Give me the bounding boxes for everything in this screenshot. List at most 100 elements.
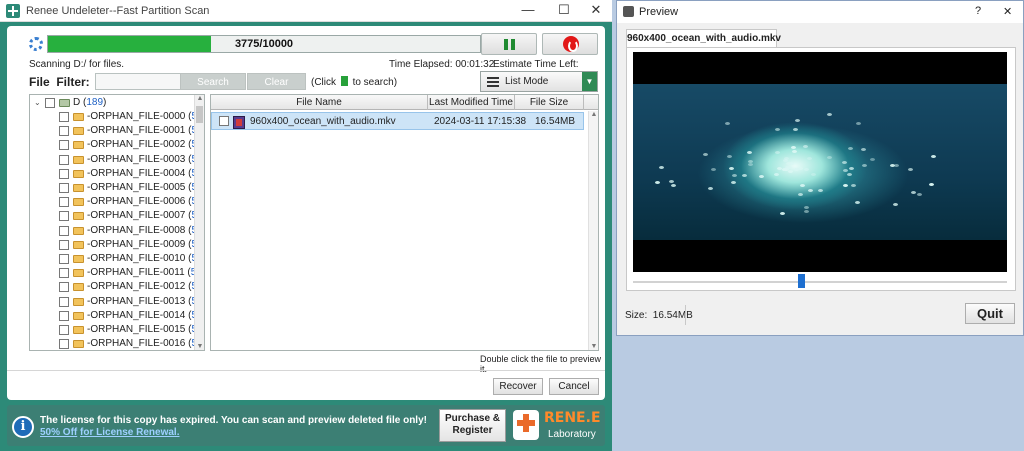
tree-checkbox[interactable]: [59, 154, 69, 165]
tree-item-label: -ORPHAN_FILE-0005 (500): [87, 182, 204, 193]
stop-button[interactable]: [542, 33, 598, 55]
foam-speck: [931, 155, 937, 159]
file-list[interactable]: File Name Last Modified Time File Size 9…: [210, 94, 599, 351]
search-button[interactable]: Search: [180, 73, 246, 90]
main-window: Renee Undeleter--Fast Partition Scan — ☐…: [0, 0, 612, 451]
file-checkbox[interactable]: [219, 116, 229, 126]
chevron-down-icon[interactable]: ▼: [582, 72, 597, 91]
foam-speck: [795, 119, 801, 123]
tree-item[interactable]: -ORPHAN_FILE-0006 (500): [30, 195, 204, 209]
scroll-down-icon[interactable]: ▼: [589, 343, 599, 350]
foam-speck: [725, 121, 731, 125]
help-button[interactable]: ?: [975, 5, 981, 17]
tree-item[interactable]: -ORPHAN_FILE-0011 (500): [30, 266, 204, 280]
foam-speck: [791, 145, 797, 149]
tree-checkbox[interactable]: [59, 296, 69, 307]
tree-item[interactable]: -ORPHAN_FILE-0002 (500): [30, 138, 204, 152]
minimize-button[interactable]: —: [514, 0, 542, 22]
tree-item[interactable]: -ORPHAN_FILE-0007 (500): [30, 209, 204, 223]
flag-icon: [340, 76, 348, 86]
tree-checkbox[interactable]: [45, 98, 55, 108]
tree-scrollbar[interactable]: ▲ ▼: [194, 95, 204, 350]
file-list-scrollbar[interactable]: ▲ ▼: [588, 111, 598, 350]
preview-title: Preview: [639, 6, 679, 18]
file-row[interactable]: 960x400_ocean_with_audio.mkv 2024-03-11 …: [211, 112, 584, 130]
tree-checkbox[interactable]: [59, 183, 69, 193]
tree-item[interactable]: -ORPHAN_FILE-0015 (500): [30, 323, 204, 337]
scrollbar-thumb[interactable]: [196, 106, 203, 123]
column-last-modified[interactable]: Last Modified Time: [428, 95, 515, 110]
foam-speck: [800, 183, 806, 187]
tree-item-name: -ORPHAN_FILE-0009: [87, 238, 186, 250]
discount-link[interactable]: 50% Off: [40, 427, 77, 438]
tree-checkbox[interactable]: [59, 239, 69, 250]
tree-item-name: -ORPHAN_FILE-0012: [87, 281, 186, 293]
clear-button[interactable]: Clear: [247, 73, 306, 90]
playback-slider-track[interactable]: [633, 281, 1007, 283]
video-frame-ocean: [633, 84, 1007, 240]
tree-checkbox[interactable]: [59, 140, 69, 151]
tree-item[interactable]: -ORPHAN_FILE-0003 (500): [30, 153, 204, 167]
tree-item[interactable]: -ORPHAN_FILE-0014 (500): [30, 309, 204, 323]
foam-speck: [807, 189, 813, 193]
pause-button[interactable]: [481, 33, 537, 55]
preview-close-button[interactable]: ✕: [1003, 5, 1012, 18]
foam-speck: [854, 201, 860, 204]
tree-item[interactable]: -ORPHAN_FILE-0000 (500): [30, 110, 204, 124]
tree-item[interactable]: -ORPHAN_FILE-0012 (500): [30, 280, 204, 294]
video-player[interactable]: [633, 52, 1007, 272]
column-file-size[interactable]: File Size: [515, 95, 584, 110]
tree-checkbox[interactable]: [59, 126, 69, 137]
tree-checkbox[interactable]: [59, 310, 69, 321]
scroll-down-icon[interactable]: ▼: [195, 343, 204, 350]
tree-root[interactable]: ⌄ D (189): [30, 96, 190, 110]
tree-checkbox[interactable]: [59, 254, 69, 264]
time-elapsed: Time Elapsed: 00:01:32: [389, 59, 495, 70]
foam-speck: [848, 166, 854, 170]
recover-button[interactable]: Recover: [493, 378, 543, 395]
renewal-link[interactable]: for License Renewal.: [80, 427, 179, 438]
tree-checkbox[interactable]: [59, 112, 69, 122]
foam-speck: [659, 166, 665, 170]
tree-item[interactable]: -ORPHAN_FILE-0010 (500): [30, 252, 204, 266]
tree-checkbox[interactable]: [59, 197, 69, 208]
tree-item[interactable]: -ORPHAN_FILE-0009 (500): [30, 238, 204, 252]
tree-item-name: -ORPHAN_FILE-0011: [87, 267, 185, 279]
tree-checkbox[interactable]: [59, 268, 69, 279]
column-file-name[interactable]: File Name: [211, 95, 428, 110]
tree-checkbox[interactable]: [59, 211, 69, 222]
tree-checkbox[interactable]: [59, 282, 69, 293]
scroll-up-icon[interactable]: ▲: [589, 111, 599, 118]
tree-item[interactable]: -ORPHAN_FILE-0001 (500): [30, 124, 204, 138]
renee-logo-icon: [513, 410, 539, 440]
tree-item-label: -ORPHAN_FILE-0010 (500): [87, 253, 204, 264]
folder-icon: [73, 255, 84, 263]
tree-item[interactable]: -ORPHAN_FILE-0008 (500): [30, 224, 204, 238]
tree-item-label: -ORPHAN_FILE-0000 (500): [87, 111, 204, 122]
preview-tab[interactable]: 960x400_ocean_with_audio.mkv: [626, 29, 781, 47]
maximize-button[interactable]: ☐: [550, 0, 578, 22]
file-filter-label: File Filter:: [29, 75, 90, 89]
tree-item[interactable]: -ORPHAN_FILE-0004 (500): [30, 167, 204, 181]
tree-checkbox[interactable]: [59, 168, 69, 179]
tree-checkbox[interactable]: [59, 225, 69, 236]
foam-speck: [729, 166, 735, 170]
collapse-icon[interactable]: ⌄: [34, 98, 41, 107]
tree-item[interactable]: -ORPHAN_FILE-0005 (500): [30, 181, 204, 195]
view-mode-dropdown[interactable]: List Mode ▼: [480, 71, 598, 92]
scroll-up-icon[interactable]: ▲: [195, 95, 204, 102]
tree-item[interactable]: -ORPHAN_FILE-0016 (500): [30, 337, 204, 350]
close-button[interactable]: ✕: [582, 0, 610, 22]
cancel-button[interactable]: Cancel: [549, 378, 599, 395]
folder-tree[interactable]: ⌄ D (189) -ORPHAN_FILE-0000 (500) -ORPHAN…: [29, 94, 205, 351]
foam-speck: [850, 184, 856, 188]
file-name: 960x400_ocean_with_audio.mkv: [250, 116, 396, 127]
tree-item[interactable]: -ORPHAN_FILE-0013 (500): [30, 295, 204, 309]
quit-button[interactable]: Quit: [965, 303, 1015, 324]
purchase-register-button[interactable]: Purchase & Register: [439, 409, 506, 442]
file-filter-input[interactable]: [95, 73, 187, 90]
tree-checkbox[interactable]: [59, 339, 69, 350]
search-hint: (Click to search): [311, 76, 397, 88]
playback-slider-thumb[interactable]: [798, 274, 806, 288]
tree-checkbox[interactable]: [59, 325, 69, 335]
